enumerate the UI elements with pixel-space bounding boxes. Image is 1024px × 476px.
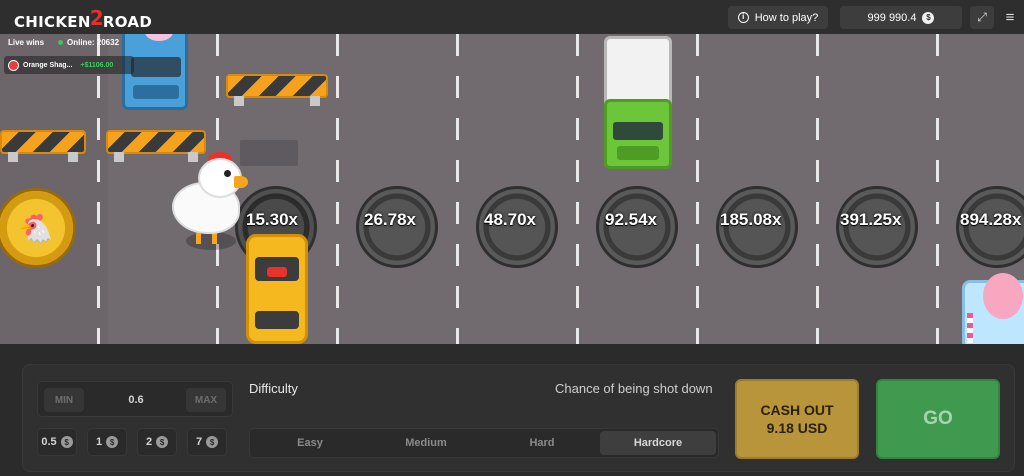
quick-bet-button[interactable]: 1 $ <box>87 428 127 456</box>
cash-out-button[interactable]: CASH OUT 9.18 USD <box>735 379 859 459</box>
multiplier-label: 48.70x <box>484 210 536 229</box>
lane-divider <box>576 34 579 344</box>
fullscreen-button[interactable]: ⤢ <box>970 6 994 29</box>
lane-divider <box>936 34 939 344</box>
multiplier-label: 185.08x <box>720 210 782 229</box>
quick-bet-value: 2 <box>145 436 153 448</box>
bet-amount-input[interactable]: 0.6 <box>88 382 184 418</box>
winner-name: Orange Shag... <box>23 61 73 69</box>
multiplier-label: 92.54x <box>605 210 657 229</box>
lane-divider <box>97 34 100 344</box>
game-road: 🐔 15.30x 26.78x 48.70x 92.54x 185.08x 39… <box>0 34 1024 344</box>
quick-bet-value: 1 <box>95 436 103 448</box>
min-bet-button[interactable]: MIN <box>44 388 84 412</box>
multiplier-label: 894.28x <box>960 210 1022 229</box>
barrier <box>0 124 86 162</box>
difficulty-hardcore-tab[interactable]: Hardcore <box>600 431 716 455</box>
dollar-coin-icon: $ <box>922 11 935 24</box>
lane-divider <box>696 34 699 344</box>
quick-bet-button[interactable]: 2 $ <box>137 428 177 456</box>
chicken-player <box>168 152 258 252</box>
multiplier-label: 26.78x <box>364 210 416 229</box>
difficulty-hard-tab[interactable]: Hard <box>484 431 600 455</box>
balance-value: 999 990.4 <box>867 11 917 24</box>
info-icon: i <box>737 12 749 23</box>
lane-divider <box>456 34 459 344</box>
difficulty-easy-tab[interactable]: Easy <box>252 431 368 455</box>
difficulty-label: Difficulty <box>249 381 298 396</box>
quick-bet-row: 0.5 $ 1 $ 2 $ 7 $ <box>37 428 233 456</box>
online-dot-icon <box>58 40 63 45</box>
game-logo: CHICKEN2ROAD <box>14 6 153 32</box>
lane-divider <box>336 34 339 344</box>
go-button[interactable]: GO <box>876 379 1000 459</box>
multiplier-label: 391.25x <box>840 210 902 229</box>
expand-icon: ⤢ <box>977 10 987 24</box>
cash-out-label: CASH OUT <box>760 402 834 418</box>
control-panel: MIN 0.6 MAX 0.5 $ 1 $ 2 $ 7 $ Difficulty Cha… <box>22 364 1015 472</box>
chance-label: Chance of being shot down <box>555 381 713 396</box>
hamburger-icon: ≡ <box>1005 9 1015 26</box>
avatar <box>8 59 19 71</box>
start-sidewalk <box>0 34 108 344</box>
top-bar: CHICKEN2ROAD i How to play? 999 990.4 $ … <box>0 0 1024 34</box>
cash-out-amount: 9.18 USD <box>766 420 828 436</box>
game-app: CHICKEN2ROAD i How to play? 999 990.4 $ … <box>0 0 1024 476</box>
dollar-coin-icon: $ <box>106 436 119 448</box>
ice-cream-truck <box>962 273 1024 344</box>
menu-button[interactable]: ≡ <box>1000 6 1020 29</box>
green-truck <box>604 36 672 169</box>
how-to-play-label: How to play? <box>754 11 819 24</box>
balance-display: 999 990.4 $ <box>840 6 962 29</box>
winner-amount: +$1106.00 <box>80 61 114 69</box>
difficulty-medium-tab[interactable]: Medium <box>368 431 484 455</box>
dollar-coin-icon: $ <box>60 436 73 448</box>
barrier <box>226 68 328 106</box>
live-win-item: Orange Shag... +$1106.00 <box>4 56 134 74</box>
online-label: Online: 20632 <box>67 38 120 47</box>
online-count: Online: 20632 <box>58 38 119 47</box>
quick-bet-value: 0.5 <box>41 436 57 448</box>
max-bet-button[interactable]: MAX <box>186 388 226 412</box>
bet-input-group: MIN 0.6 MAX <box>37 381 233 417</box>
difficulty-selector: Easy Medium Hard Hardcore <box>249 428 719 458</box>
dollar-coin-icon: $ <box>156 436 169 448</box>
how-to-play-button[interactable]: i How to play? <box>728 6 828 29</box>
quick-bet-button[interactable]: 7 $ <box>187 428 227 456</box>
logo-text-left: CHICKEN <box>14 13 91 31</box>
logo-text-mid: 2 <box>89 6 104 30</box>
lane-divider <box>816 34 819 344</box>
logo-text-right: ROAD <box>102 13 153 31</box>
quick-bet-button[interactable]: 0.5 $ <box>37 428 77 456</box>
quick-bet-value: 7 <box>195 436 203 448</box>
dollar-coin-icon: $ <box>206 436 219 448</box>
live-wins-title: Live wins <box>8 38 45 47</box>
